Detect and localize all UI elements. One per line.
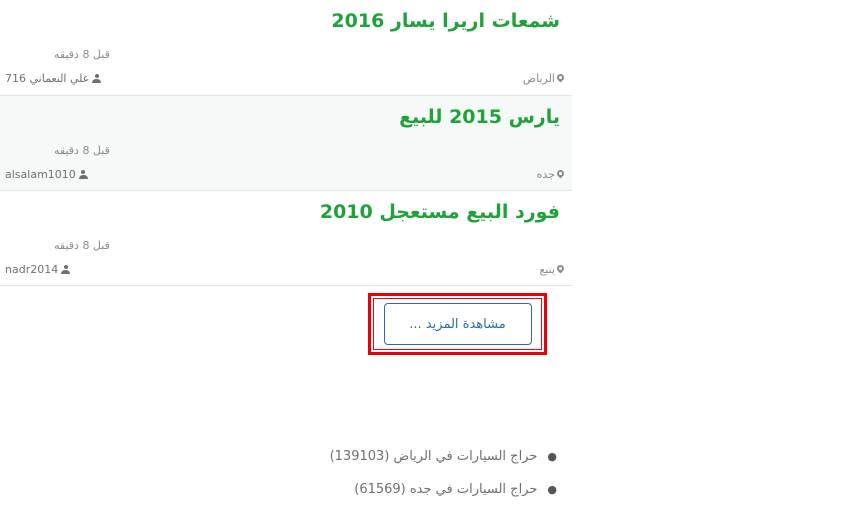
listing-user[interactable]: alsalam1010 [5, 168, 88, 181]
category-link[interactable]: حراج السيارات في الرياض (139103) [330, 449, 538, 464]
listing-time: قبل 8 دقيقه [54, 48, 110, 61]
user-icon [61, 265, 71, 274]
listing-user[interactable]: علي النعماني 716 [5, 72, 102, 85]
map-pin-icon [557, 74, 564, 83]
listing-user[interactable]: nadr2014 [5, 263, 71, 276]
listing-city[interactable]: ينبع [539, 263, 564, 276]
category-link[interactable]: حراج السيارات في جده (61569) [354, 482, 537, 497]
listing-item[interactable]: فورد البيع مستعجل 2010 قبل 8 دقيقه nadr2… [0, 191, 572, 286]
category-link-item[interactable]: ● حراج السيارات في الرياض (139103) [330, 440, 557, 473]
listing-city-name[interactable]: ينبع [539, 263, 555, 276]
listing-user-name[interactable]: علي النعماني 716 [5, 72, 89, 85]
more-button-highlight: مشاهدة المزيد ... [368, 293, 547, 355]
listing-time: قبل 8 دقيقه [54, 239, 110, 252]
listing-title[interactable]: فورد البيع مستعجل 2010 [320, 201, 560, 223]
listing-city-name[interactable]: الرياض [523, 72, 555, 85]
listing-time: قبل 8 دقيقه [54, 144, 110, 157]
listing-city[interactable]: الرياض [523, 72, 564, 85]
category-links: ● حراج السيارات في الرياض (139103) ● حراج … [330, 440, 557, 506]
listing-user-name[interactable]: nadr2014 [5, 263, 58, 276]
bullet-icon: ● [547, 450, 557, 463]
bullet-icon: ● [547, 483, 557, 496]
category-link-item[interactable]: ● حراج السيارات في جده (61569) [330, 473, 557, 506]
listing-item[interactable]: شمعات اريرا يسار 2016 قبل 8 دقيقه علي ال… [0, 0, 572, 96]
map-pin-icon [557, 170, 564, 179]
show-more-button[interactable]: مشاهدة المزيد ... [383, 303, 532, 345]
listing-title[interactable]: يارس 2015 للبيع [399, 106, 560, 128]
listing-title[interactable]: شمعات اريرا يسار 2016 [331, 10, 560, 32]
listing-item[interactable]: يارس 2015 للبيع قبل 8 دقيقه alsalam1010 … [0, 96, 572, 191]
listing-user-name[interactable]: alsalam1010 [5, 168, 76, 181]
map-pin-icon [557, 265, 564, 274]
user-icon [92, 74, 102, 83]
listing-city[interactable]: جده [537, 168, 564, 181]
user-icon [78, 170, 88, 179]
listing-city-name[interactable]: جده [537, 168, 555, 181]
